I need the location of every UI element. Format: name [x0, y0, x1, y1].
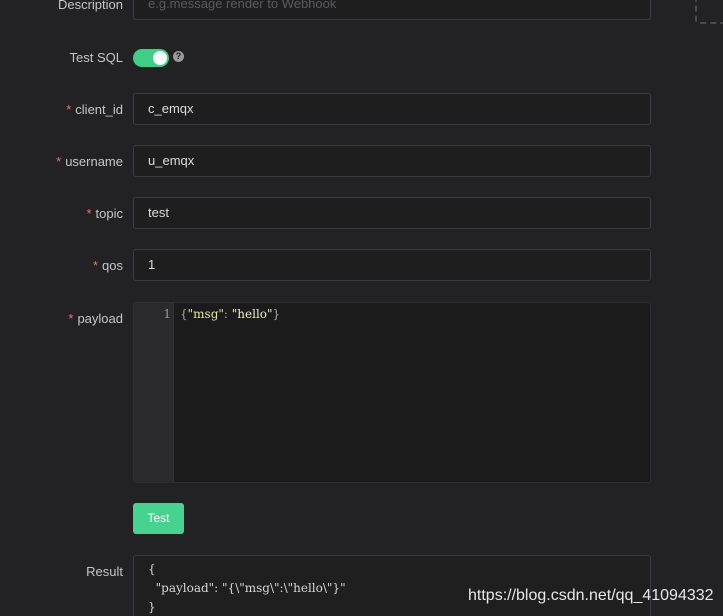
description-label: Description: [57, 0, 123, 12]
client-id-input[interactable]: c_emqx: [133, 93, 651, 125]
test-sql-label: Test SQL: [69, 50, 123, 65]
payload-code[interactable]: {"msg": "hello"}: [180, 307, 280, 321]
result-output[interactable]: { "payload": "{\"msg\":\"hello\"}" }: [133, 555, 651, 616]
watermark-text: https://blog.csdn.net/qq_41094332: [468, 587, 714, 604]
test-button[interactable]: Test: [133, 503, 184, 534]
topic-label: * topic: [86, 206, 123, 221]
username-label: * username: [56, 154, 123, 169]
description-input[interactable]: e.g.message render to Webhook: [133, 0, 651, 20]
client-id-label: * client_id: [66, 102, 123, 117]
test-sql-toggle[interactable]: [133, 49, 169, 67]
username-input[interactable]: u_emqx: [133, 145, 651, 177]
line-number: 1: [163, 307, 171, 321]
qos-input[interactable]: 1: [133, 249, 651, 281]
editor-gutter: 1: [134, 303, 174, 482]
payload-editor[interactable]: 1 {"msg": "hello"}: [133, 302, 651, 483]
topic-input[interactable]: test: [133, 197, 651, 229]
result-label: Result: [86, 564, 123, 579]
payload-label: * payload: [68, 311, 123, 326]
upload-dropzone[interactable]: [695, 0, 723, 24]
toggle-knob: [153, 51, 167, 65]
qos-label: * qos: [92, 258, 123, 273]
question-icon[interactable]: ?: [173, 51, 184, 62]
